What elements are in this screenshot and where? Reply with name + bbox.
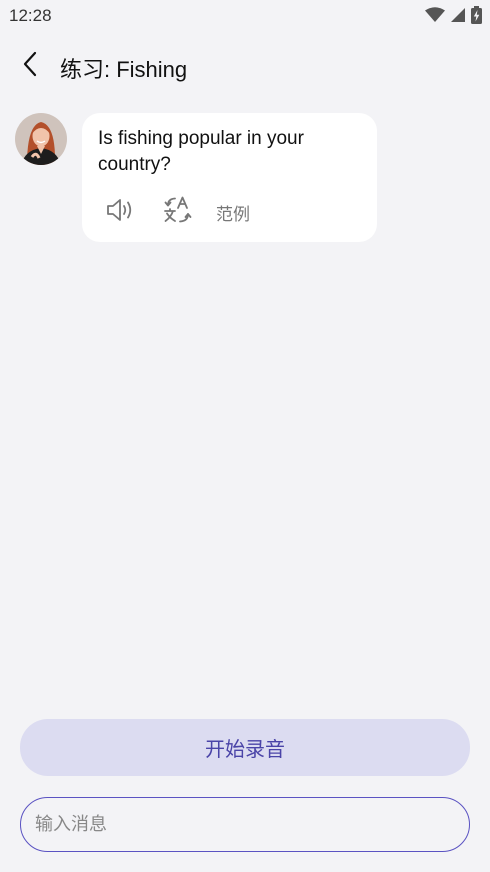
page-title: 练习: Fishing — [60, 57, 188, 82]
example-button[interactable]: 范例 — [216, 200, 250, 225]
battery-charging-icon — [471, 6, 482, 29]
chevron-left-icon — [21, 51, 39, 82]
cellular-signal-icon — [450, 7, 466, 28]
status-bar: 12:28 — [0, 0, 490, 34]
play-audio-button[interactable] — [104, 197, 136, 227]
back-button[interactable] — [14, 50, 46, 82]
message-actions: 范例 — [104, 196, 250, 229]
translate-button[interactable] — [162, 196, 194, 229]
translate-icon — [163, 196, 193, 229]
speaker-icon — [105, 197, 135, 228]
message-bubble: Is fishing popular in your country? 范例 — [82, 113, 377, 242]
avatar[interactable] — [15, 113, 67, 165]
status-icons — [425, 6, 482, 29]
header: 练习: Fishing — [0, 40, 490, 92]
message-input[interactable] — [20, 797, 470, 852]
start-recording-button[interactable]: 开始录音 — [20, 719, 470, 776]
wifi-icon — [425, 7, 445, 28]
message-text: Is fishing popular in your country? — [98, 128, 304, 175]
status-time: 12:28 — [9, 6, 52, 25]
